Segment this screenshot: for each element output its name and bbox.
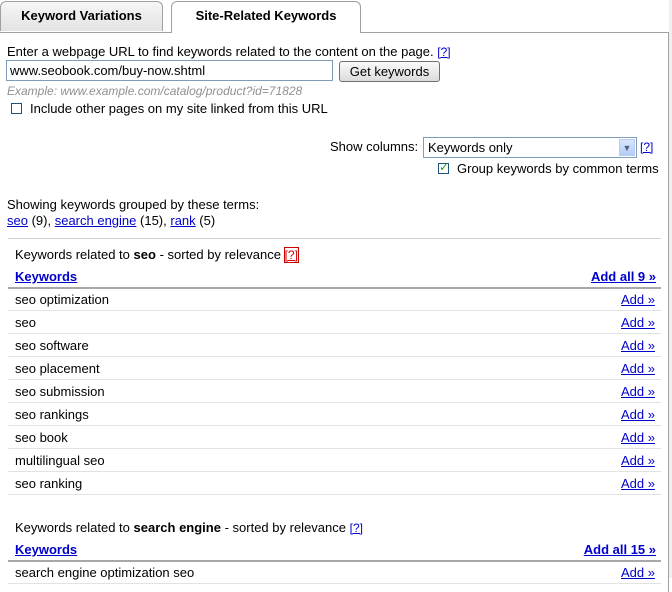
section-divider xyxy=(8,238,661,239)
add-all-seo-button[interactable]: Add all 9 » xyxy=(591,269,656,284)
keyword-text: seo xyxy=(15,315,36,330)
chevron-down-icon[interactable]: ▼ xyxy=(619,139,635,156)
table-row: seo book Add » xyxy=(8,426,661,449)
add-keyword-button[interactable]: Add » xyxy=(621,453,655,468)
show-columns-select[interactable]: Keywords only ▼ xyxy=(423,137,637,158)
url-example: Example: www.example.com/catalog/product… xyxy=(7,84,303,98)
include-pages-checkbox[interactable] xyxy=(11,103,22,114)
url-instruction-text: Enter a webpage URL to find keywords rel… xyxy=(7,44,434,59)
group-keywords-label: Group keywords by common terms xyxy=(457,161,659,176)
tab-keyword-variations-label: Keyword Variations xyxy=(21,8,142,23)
group-keywords-checkbox[interactable]: ✓ xyxy=(438,160,450,174)
group-term-link-seo[interactable]: seo xyxy=(7,213,28,228)
url-instruction: Enter a webpage URL to find keywords rel… xyxy=(7,44,451,59)
grouping-terms: seo (9), search engine (15), rank (5) xyxy=(7,213,215,228)
columns-help-link[interactable]: [?] xyxy=(640,140,653,154)
keyword-text: seo software xyxy=(15,338,89,353)
group-heading-prefix: Keywords related to xyxy=(15,247,130,262)
add-keyword-button[interactable]: Add » xyxy=(621,407,655,422)
tab-site-related-keywords-label: Site-Related Keywords xyxy=(195,8,337,23)
add-keyword-button[interactable]: Add » xyxy=(621,361,655,376)
row-divider xyxy=(8,494,661,495)
table-row: multilingual seo Add » xyxy=(8,449,661,472)
table-row: seo submission Add » xyxy=(8,380,661,403)
show-columns-selected: Keywords only xyxy=(428,140,513,155)
url-help-link[interactable]: [?] xyxy=(437,45,450,59)
group-heading-term: seo xyxy=(133,247,156,262)
group-term-count: (9), xyxy=(31,213,52,228)
group-term-count: (5) xyxy=(199,213,216,228)
keyword-text: seo book xyxy=(15,430,68,445)
keyword-text: seo rankings xyxy=(15,407,89,422)
keyword-text: multilingual seo xyxy=(15,453,105,468)
grouping-intro: Showing keywords grouped by these terms: xyxy=(7,197,260,212)
group-term-count: (15), xyxy=(140,213,167,228)
table-row: seo optimization Add » xyxy=(8,288,661,311)
keyword-text: seo ranking xyxy=(15,476,83,491)
group-heading-suffix: - sorted by relevance xyxy=(224,520,346,535)
group-search-engine-help-link[interactable]: [?] xyxy=(350,521,363,535)
add-keyword-button[interactable]: Add » xyxy=(621,384,655,399)
group-heading-suffix: - sorted by relevance xyxy=(159,247,281,262)
include-pages-label: Include other pages on my site linked fr… xyxy=(30,101,328,116)
get-keywords-button[interactable]: Get keywords xyxy=(339,61,440,82)
group-heading-search-engine: Keywords related to search engine - sort… xyxy=(15,520,363,535)
checkmark-icon: ✓ xyxy=(439,160,450,174)
group-seo-help-link[interactable]: [?] xyxy=(283,247,299,263)
group-term-link-search-engine[interactable]: search engine xyxy=(55,213,137,228)
group-heading-prefix: Keywords related to xyxy=(15,520,130,535)
table-row: seo software Add » xyxy=(8,334,661,357)
tab-site-related-keywords[interactable]: Site-Related Keywords xyxy=(171,1,361,33)
keyword-text: seo placement xyxy=(15,361,100,376)
table-row: seo Add » xyxy=(8,311,661,334)
group-term-link-rank[interactable]: rank xyxy=(170,213,195,228)
table-row: seo rankings Add » xyxy=(8,403,661,426)
group-heading-term: search engine xyxy=(133,520,221,535)
add-keyword-button[interactable]: Add » xyxy=(621,338,655,353)
table-row: search engine optimization seo Add » xyxy=(8,561,661,584)
keyword-text: seo submission xyxy=(15,384,105,399)
url-input[interactable] xyxy=(6,60,333,81)
tab-keyword-variations[interactable]: Keyword Variations xyxy=(0,1,163,31)
show-columns-label: Show columns: xyxy=(330,139,419,154)
keywords-column-header[interactable]: Keywords xyxy=(15,269,77,284)
add-keyword-button[interactable]: Add » xyxy=(621,315,655,330)
tab-bar: Keyword Variations Site-Related Keywords xyxy=(0,0,672,33)
row-divider xyxy=(8,583,661,584)
add-keyword-button[interactable]: Add » xyxy=(621,476,655,491)
table-row: seo placement Add » xyxy=(8,357,661,380)
keyword-text: seo optimization xyxy=(15,292,109,307)
add-all-search-engine-button[interactable]: Add all 15 » xyxy=(584,542,656,557)
add-keyword-button[interactable]: Add » xyxy=(621,292,655,307)
table-row: seo ranking Add » xyxy=(8,472,661,495)
group-heading-seo: Keywords related to seo - sorted by rele… xyxy=(15,247,299,263)
keywords-column-header[interactable]: Keywords xyxy=(15,542,77,557)
add-keyword-button[interactable]: Add » xyxy=(621,430,655,445)
